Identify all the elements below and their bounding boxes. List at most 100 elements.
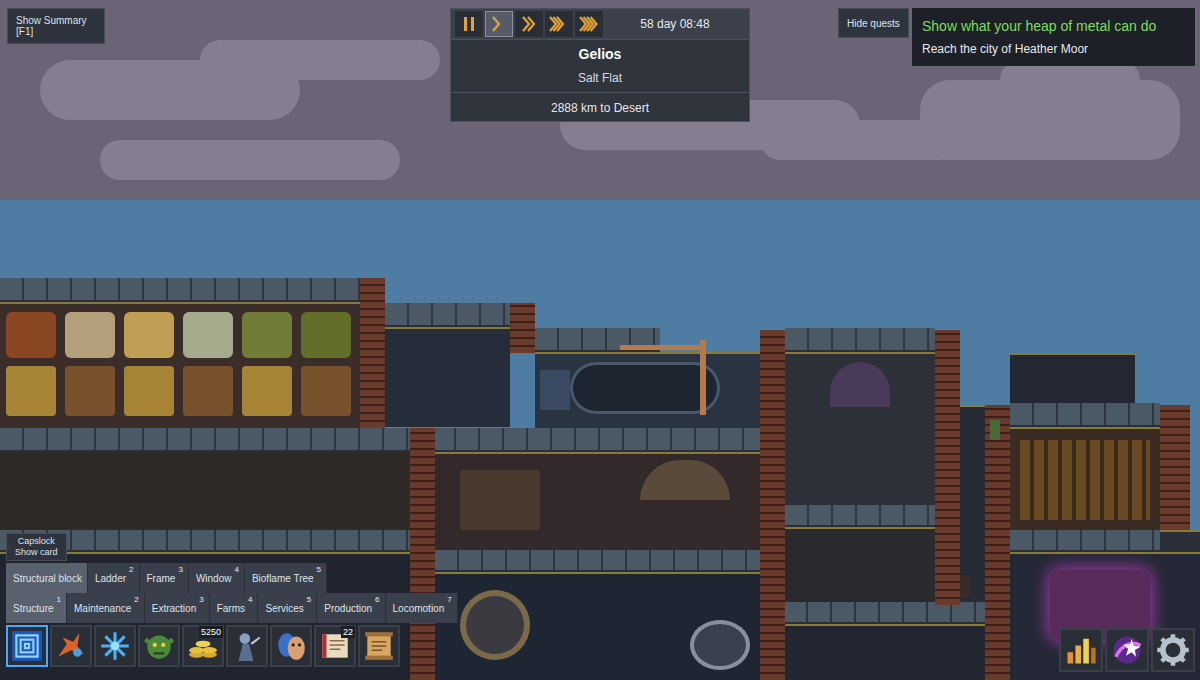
engine-part <box>540 370 570 410</box>
workshop-bench <box>460 470 540 530</box>
biome-text: Salt Flat <box>578 71 622 85</box>
colonist <box>960 575 970 597</box>
brick-column <box>760 330 785 680</box>
hotkey: 1 <box>57 595 61 604</box>
metal-plate <box>435 550 760 572</box>
toolbar-button[interactable]: 22 <box>314 625 356 667</box>
subcategory-tab-label: Frame <box>147 573 176 584</box>
brick-column <box>985 405 1010 680</box>
toolbar-button[interactable] <box>6 625 48 667</box>
hotkey: 7 <box>447 595 451 604</box>
toolbar-button[interactable] <box>270 625 312 667</box>
category-tab[interactable]: Extraction3 <box>145 593 210 623</box>
metal-plate <box>785 505 960 527</box>
brick-column <box>360 278 385 428</box>
journey-panel: 58 day 08:48 Gelios Salt Flat 2888 km to De… <box>450 8 750 122</box>
category-tab-label: Structure <box>13 603 54 614</box>
button-label: Hide quests <box>847 18 900 29</box>
hint-key: Capslock <box>18 536 55 547</box>
build-toolbar: 5250 22 <box>6 625 400 667</box>
hotkey: 2 <box>129 565 133 574</box>
storage-goods <box>124 366 174 416</box>
hotkey: 3 <box>178 565 182 574</box>
subcategory-tab-label: Ladder <box>95 573 126 584</box>
side-tool-button[interactable] <box>1105 628 1149 672</box>
count-badge: 5250 <box>199 626 223 638</box>
show-summary-button[interactable]: Show Summary [F1] <box>7 8 105 44</box>
speed-button[interactable] <box>545 11 573 37</box>
side-tool-button[interactable] <box>1151 628 1195 672</box>
room <box>0 450 410 530</box>
round-machine <box>690 620 750 670</box>
subcategory-tab[interactable]: Frame3 <box>140 563 189 593</box>
speed-button[interactable] <box>575 11 603 37</box>
category-tab[interactable]: Production6 <box>317 593 385 623</box>
subcategory-tab-row: Structural blockLadder2Frame3Window4Biof… <box>6 563 327 593</box>
speed-button[interactable] <box>485 11 513 37</box>
brick-column <box>935 330 960 605</box>
side-tool-button[interactable] <box>1059 628 1103 672</box>
quest-objective-text: Reach the city of Heather Moor <box>922 42 1088 56</box>
hotkey: 3 <box>199 595 203 604</box>
speed-faster-icon <box>547 14 571 34</box>
sparks-icon <box>54 629 88 663</box>
button-label: Show Summary [F1] <box>16 15 96 37</box>
toolbar-button[interactable] <box>50 625 92 667</box>
category-tab-label: Services <box>265 603 303 614</box>
side-tools <box>1059 628 1195 672</box>
speed-button[interactable] <box>515 11 543 37</box>
hotkey: 2 <box>134 595 138 604</box>
category-tab[interactable]: Farms4 <box>210 593 259 623</box>
hotkey: 4 <box>234 565 238 574</box>
metal-plate <box>760 602 1010 624</box>
toolbar-button[interactable] <box>138 625 180 667</box>
room <box>385 327 510 427</box>
toolbar-button[interactable] <box>226 625 268 667</box>
room <box>785 624 985 680</box>
metal-plate <box>1010 530 1160 552</box>
brick-column <box>510 303 535 353</box>
subcategory-tab[interactable]: Ladder2 <box>88 563 140 593</box>
storage-goods <box>124 312 174 358</box>
goblin-icon <box>142 629 176 663</box>
category-tab[interactable]: Locomotion7 <box>386 593 458 623</box>
clock: 58 day 08:48 <box>605 17 745 31</box>
location-name: Gelios <box>451 40 749 65</box>
hide-quests-button[interactable]: Hide quests <box>838 8 909 38</box>
brick-column <box>1160 405 1190 530</box>
storage-goods <box>65 366 115 416</box>
toolbar-button[interactable]: 5250 <box>182 625 224 667</box>
metal-plate <box>785 328 935 352</box>
shelf <box>1020 440 1150 520</box>
category-tab[interactable]: Structure1 <box>6 593 67 623</box>
speed-fastest-icon <box>577 14 601 34</box>
storage-goods <box>301 366 351 416</box>
toolbar-button[interactable] <box>94 625 136 667</box>
speed-button[interactable] <box>455 11 483 37</box>
show-card-hint[interactable]: CapslockShow card <box>6 533 67 561</box>
category-tab-label: Production <box>324 603 372 614</box>
creature-icon <box>230 629 264 663</box>
subcategory-tab[interactable]: Structural block <box>6 563 88 593</box>
distance-text: 2888 km to Desert <box>551 101 649 115</box>
category-tab[interactable]: Services5 <box>258 593 317 623</box>
subcategory-tab[interactable]: Bioflame Tree5 <box>245 563 327 593</box>
room <box>1010 353 1135 403</box>
chart-icon <box>1063 632 1099 668</box>
magic-icon <box>1109 632 1145 668</box>
storage-goods <box>183 312 233 358</box>
metal-plate <box>385 303 510 327</box>
hint-label: Show card <box>15 547 58 558</box>
metal-plate <box>0 278 360 302</box>
pipe <box>700 340 706 415</box>
subcategory-tab[interactable]: Window4 <box>189 563 245 593</box>
scroll-icon <box>362 629 396 663</box>
room <box>1160 530 1200 552</box>
boiler <box>570 362 720 414</box>
toolbar-button[interactable] <box>358 625 400 667</box>
metal-plate <box>1010 403 1160 427</box>
count-badge: 22 <box>341 626 355 638</box>
cloud <box>1000 60 1140 100</box>
category-tab[interactable]: Maintenance2 <box>67 593 145 623</box>
gear-icon <box>1155 632 1191 668</box>
